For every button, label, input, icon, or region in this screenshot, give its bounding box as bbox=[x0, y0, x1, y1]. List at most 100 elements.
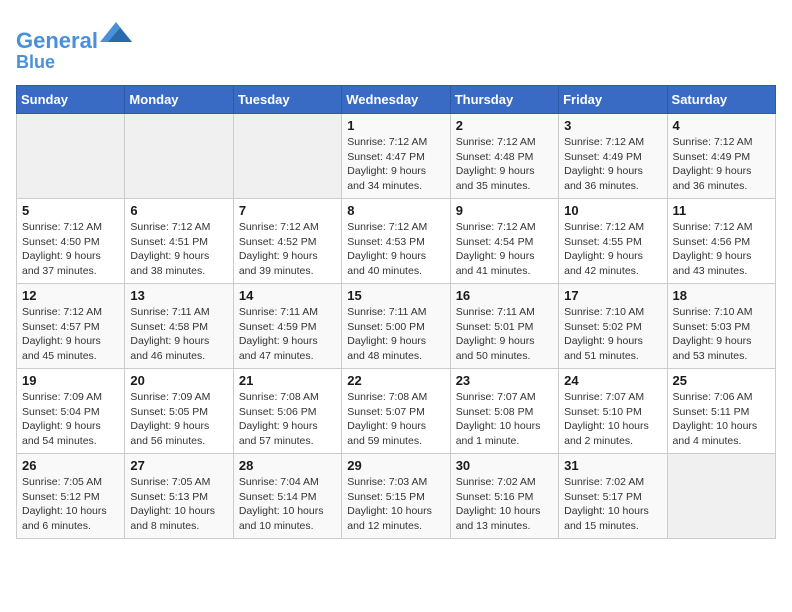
day-detail: Sunrise: 7:04 AM Sunset: 5:14 PM Dayligh… bbox=[239, 475, 336, 534]
day-number: 1 bbox=[347, 118, 444, 133]
calendar-cell: 10Sunrise: 7:12 AM Sunset: 4:55 PM Dayli… bbox=[559, 198, 667, 283]
day-number: 26 bbox=[22, 458, 119, 473]
calendar-cell: 31 Sunrise: 7:02 AM Sunset: 5:17 PM Dayli… bbox=[559, 453, 667, 538]
day-detail: Sunrise: 7:10 AM Sunset: 5:03 PM Dayligh… bbox=[673, 305, 770, 364]
logo-icon bbox=[100, 16, 132, 48]
day-number: 12 bbox=[22, 288, 119, 303]
calendar-cell bbox=[667, 453, 775, 538]
day-number: 23 bbox=[456, 373, 553, 388]
day-detail: Sunrise: 7:12 AM Sunset: 4:54 PM Dayligh… bbox=[456, 220, 553, 279]
calendar-cell: 24Sunrise: 7:07 AM Sunset: 5:10 PM Dayli… bbox=[559, 368, 667, 453]
day-detail: Sunrise: 7:02 AM Sunset: 5:17 PM Dayligh… bbox=[564, 475, 661, 534]
logo: General Blue bbox=[16, 16, 132, 73]
day-number: 3 bbox=[564, 118, 661, 133]
day-number: 7 bbox=[239, 203, 336, 218]
calendar-cell: 27 Sunrise: 7:05 AM Sunset: 5:13 PM Dayli… bbox=[125, 453, 233, 538]
day-number: 17 bbox=[564, 288, 661, 303]
day-detail: Sunrise: 7:08 AM Sunset: 5:06 PM Dayligh… bbox=[239, 390, 336, 449]
day-number: 6 bbox=[130, 203, 227, 218]
day-number: 14 bbox=[239, 288, 336, 303]
calendar-cell: 25 Sunrise: 7:06 AM Sunset: 5:11 PM Dayli… bbox=[667, 368, 775, 453]
calendar-cell: 3 Sunrise: 7:12 AM Sunset: 4:49 PM Daylig… bbox=[559, 113, 667, 198]
logo-blue-text: Blue bbox=[16, 53, 132, 73]
calendar-cell: 5 Sunrise: 7:12 AM Sunset: 4:50 PM Daylig… bbox=[17, 198, 125, 283]
day-detail: Sunrise: 7:12 AM Sunset: 4:57 PM Dayligh… bbox=[22, 305, 119, 364]
day-detail: Sunrise: 7:06 AM Sunset: 5:11 PM Dayligh… bbox=[673, 390, 770, 449]
weekday-header-monday: Monday bbox=[125, 85, 233, 113]
weekday-header-thursday: Thursday bbox=[450, 85, 558, 113]
day-detail: Sunrise: 7:12 AM Sunset: 4:55 PM Dayligh… bbox=[564, 220, 661, 279]
calendar-cell: 13 Sunrise: 7:11 AM Sunset: 4:58 PM Dayli… bbox=[125, 283, 233, 368]
calendar-cell: 16Sunrise: 7:11 AM Sunset: 5:01 PM Dayli… bbox=[450, 283, 558, 368]
day-number: 24 bbox=[564, 373, 661, 388]
day-number: 28 bbox=[239, 458, 336, 473]
calendar-cell: 7 Sunrise: 7:12 AM Sunset: 4:52 PM Daylig… bbox=[233, 198, 341, 283]
day-detail: Sunrise: 7:09 AM Sunset: 5:04 PM Dayligh… bbox=[22, 390, 119, 449]
day-number: 31 bbox=[564, 458, 661, 473]
calendar-cell: 29 Sunrise: 7:03 AM Sunset: 5:15 PM Dayli… bbox=[342, 453, 450, 538]
calendar-cell bbox=[233, 113, 341, 198]
day-number: 21 bbox=[239, 373, 336, 388]
calendar-cell: 26 Sunrise: 7:05 AM Sunset: 5:12 PM Dayli… bbox=[17, 453, 125, 538]
calendar-cell bbox=[125, 113, 233, 198]
calendar-cell: 28 Sunrise: 7:04 AM Sunset: 5:14 PM Dayli… bbox=[233, 453, 341, 538]
calendar-cell: 14 Sunrise: 7:11 AM Sunset: 4:59 PM Dayli… bbox=[233, 283, 341, 368]
day-number: 29 bbox=[347, 458, 444, 473]
calendar-cell: 12 Sunrise: 7:12 AM Sunset: 4:57 PM Dayli… bbox=[17, 283, 125, 368]
day-detail: Sunrise: 7:12 AM Sunset: 4:56 PM Dayligh… bbox=[673, 220, 770, 279]
day-number: 5 bbox=[22, 203, 119, 218]
day-number: 4 bbox=[673, 118, 770, 133]
day-number: 20 bbox=[130, 373, 227, 388]
weekday-header-friday: Friday bbox=[559, 85, 667, 113]
day-detail: Sunrise: 7:12 AM Sunset: 4:47 PM Dayligh… bbox=[347, 135, 444, 194]
day-detail: Sunrise: 7:05 AM Sunset: 5:13 PM Dayligh… bbox=[130, 475, 227, 534]
calendar-cell: 30 Sunrise: 7:02 AM Sunset: 5:16 PM Dayli… bbox=[450, 453, 558, 538]
day-detail: Sunrise: 7:08 AM Sunset: 5:07 PM Dayligh… bbox=[347, 390, 444, 449]
day-detail: Sunrise: 7:12 AM Sunset: 4:50 PM Dayligh… bbox=[22, 220, 119, 279]
day-detail: Sunrise: 7:02 AM Sunset: 5:16 PM Dayligh… bbox=[456, 475, 553, 534]
day-detail: Sunrise: 7:11 AM Sunset: 5:00 PM Dayligh… bbox=[347, 305, 444, 364]
day-detail: Sunrise: 7:12 AM Sunset: 4:49 PM Dayligh… bbox=[673, 135, 770, 194]
calendar-cell bbox=[17, 113, 125, 198]
calendar-cell: 18 Sunrise: 7:10 AM Sunset: 5:03 PM Dayli… bbox=[667, 283, 775, 368]
calendar-cell: 9 Sunrise: 7:12 AM Sunset: 4:54 PM Daylig… bbox=[450, 198, 558, 283]
day-number: 22 bbox=[347, 373, 444, 388]
calendar-cell: 1 Sunrise: 7:12 AM Sunset: 4:47 PM Daylig… bbox=[342, 113, 450, 198]
calendar-cell: 4 Sunrise: 7:12 AM Sunset: 4:49 PM Daylig… bbox=[667, 113, 775, 198]
weekday-header-sunday: Sunday bbox=[17, 85, 125, 113]
day-number: 15 bbox=[347, 288, 444, 303]
calendar-cell: 22 Sunrise: 7:08 AM Sunset: 5:07 PM Dayli… bbox=[342, 368, 450, 453]
calendar-cell: 20 Sunrise: 7:09 AM Sunset: 5:05 PM Dayli… bbox=[125, 368, 233, 453]
day-detail: Sunrise: 7:12 AM Sunset: 4:51 PM Dayligh… bbox=[130, 220, 227, 279]
calendar-cell: 8Sunrise: 7:12 AM Sunset: 4:53 PM Daylig… bbox=[342, 198, 450, 283]
day-detail: Sunrise: 7:05 AM Sunset: 5:12 PM Dayligh… bbox=[22, 475, 119, 534]
day-number: 27 bbox=[130, 458, 227, 473]
day-detail: Sunrise: 7:12 AM Sunset: 4:48 PM Dayligh… bbox=[456, 135, 553, 194]
calendar-cell: 2 Sunrise: 7:12 AM Sunset: 4:48 PM Daylig… bbox=[450, 113, 558, 198]
day-detail: Sunrise: 7:12 AM Sunset: 4:53 PM Dayligh… bbox=[347, 220, 444, 279]
day-detail: Sunrise: 7:11 AM Sunset: 4:58 PM Dayligh… bbox=[130, 305, 227, 364]
weekday-header-saturday: Saturday bbox=[667, 85, 775, 113]
calendar-cell: 23Sunrise: 7:07 AM Sunset: 5:08 PM Dayli… bbox=[450, 368, 558, 453]
day-number: 16 bbox=[456, 288, 553, 303]
calendar-cell: 6 Sunrise: 7:12 AM Sunset: 4:51 PM Daylig… bbox=[125, 198, 233, 283]
day-number: 11 bbox=[673, 203, 770, 218]
calendar-cell: 21 Sunrise: 7:08 AM Sunset: 5:06 PM Dayli… bbox=[233, 368, 341, 453]
day-number: 13 bbox=[130, 288, 227, 303]
day-number: 9 bbox=[456, 203, 553, 218]
day-detail: Sunrise: 7:03 AM Sunset: 5:15 PM Dayligh… bbox=[347, 475, 444, 534]
calendar-cell: 19 Sunrise: 7:09 AM Sunset: 5:04 PM Dayli… bbox=[17, 368, 125, 453]
day-number: 30 bbox=[456, 458, 553, 473]
day-detail: Sunrise: 7:12 AM Sunset: 4:49 PM Dayligh… bbox=[564, 135, 661, 194]
day-detail: Sunrise: 7:10 AM Sunset: 5:02 PM Dayligh… bbox=[564, 305, 661, 364]
day-detail: Sunrise: 7:11 AM Sunset: 4:59 PM Dayligh… bbox=[239, 305, 336, 364]
day-number: 18 bbox=[673, 288, 770, 303]
calendar-cell: 11 Sunrise: 7:12 AM Sunset: 4:56 PM Dayli… bbox=[667, 198, 775, 283]
day-number: 25 bbox=[673, 373, 770, 388]
weekday-header-wednesday: Wednesday bbox=[342, 85, 450, 113]
day-number: 2 bbox=[456, 118, 553, 133]
logo-text: General bbox=[16, 16, 132, 53]
day-number: 19 bbox=[22, 373, 119, 388]
day-detail: Sunrise: 7:09 AM Sunset: 5:05 PM Dayligh… bbox=[130, 390, 227, 449]
day-detail: Sunrise: 7:12 AM Sunset: 4:52 PM Dayligh… bbox=[239, 220, 336, 279]
